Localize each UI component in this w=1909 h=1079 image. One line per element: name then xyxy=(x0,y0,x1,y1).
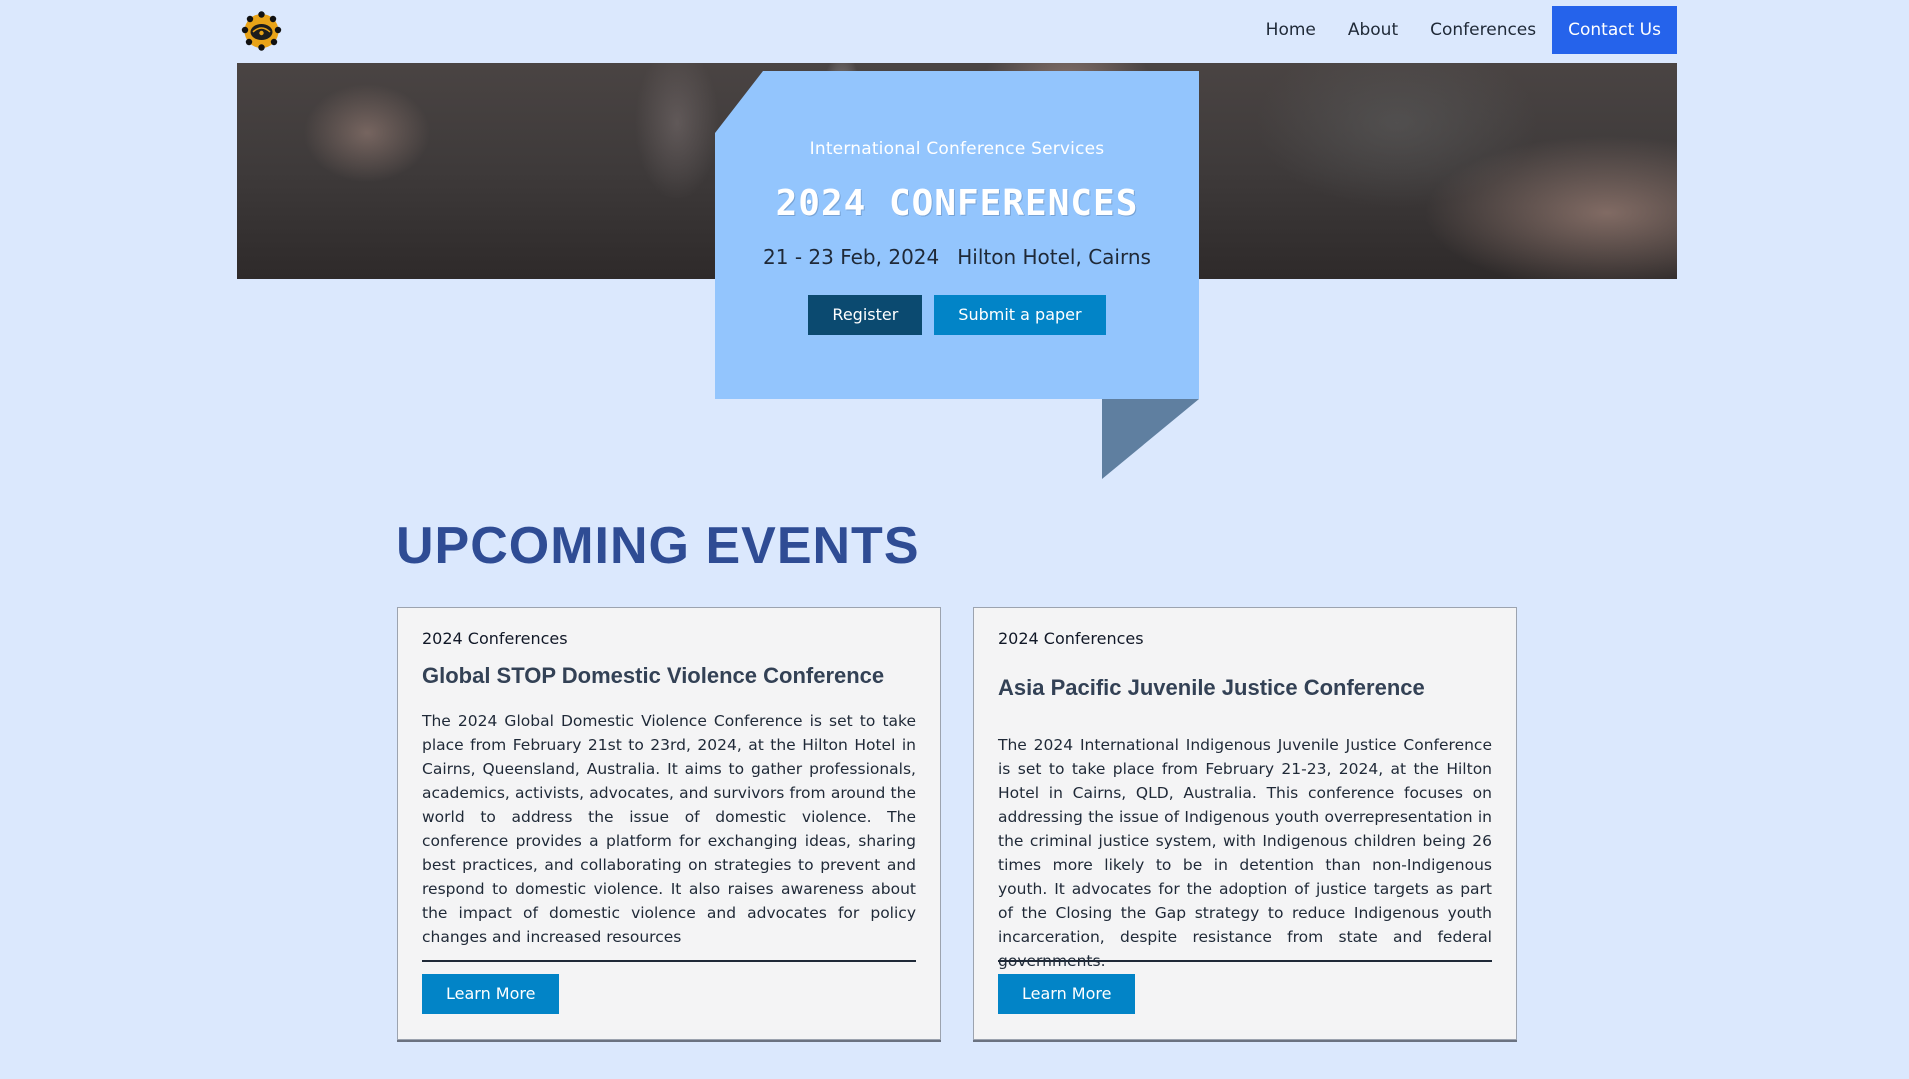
submit-paper-button[interactable]: Submit a paper xyxy=(934,295,1106,335)
contact-us-button[interactable]: Contact Us xyxy=(1552,6,1677,54)
hero-date: 21 - 23 Feb, 2024 xyxy=(763,245,940,269)
hero-meta: 21 - 23 Feb, 2024 Hilton Hotel, Cairns xyxy=(715,245,1199,269)
event-card-kicker: 2024 Conferences xyxy=(422,629,568,648)
hero-title: 2024 CONFERENCES xyxy=(775,183,1139,224)
event-card-kicker: 2024 Conferences xyxy=(998,629,1144,648)
register-button[interactable]: Register xyxy=(808,295,923,335)
nav-home-link[interactable]: Home xyxy=(1250,6,1332,54)
event-card: 2024 Conferences Global STOP Domestic Vi… xyxy=(397,607,941,1040)
event-card-description: The 2024 Global Domestic Violence Confer… xyxy=(422,712,916,946)
hero-card-fold xyxy=(1102,399,1199,479)
event-card-title: Asia Pacific Juvenile Justice Conference xyxy=(998,675,1425,700)
hero-kicker: International Conference Services xyxy=(809,139,1105,159)
event-card-divider xyxy=(422,960,916,962)
event-card: 2024 Conferences Asia Pacific Juvenile J… xyxy=(973,607,1517,1040)
nav-about-link[interactable]: About xyxy=(1332,6,1414,54)
learn-more-button[interactable]: Learn More xyxy=(422,974,560,1014)
hero-venue: Hilton Hotel, Cairns xyxy=(957,245,1151,269)
event-card-divider xyxy=(998,960,1492,962)
nav-links: Home About Conferences Contact Us xyxy=(1250,6,1677,54)
organization-logo-icon[interactable] xyxy=(237,11,286,51)
learn-more-button[interactable]: Learn More xyxy=(998,974,1136,1014)
event-card-description: The 2024 International Indigenous Juveni… xyxy=(998,736,1492,970)
hero-buttons: Register Submit a paper xyxy=(715,295,1199,335)
event-card-title: Global STOP Domestic Violence Conference xyxy=(422,663,885,688)
hero-card: International Conference Services 2024 C… xyxy=(715,71,1199,399)
nav-conferences-link[interactable]: Conferences xyxy=(1414,6,1552,54)
upcoming-events-heading: UPCOMING EVENTS xyxy=(396,517,920,575)
top-navigation: Home About Conferences Contact Us xyxy=(237,6,1677,56)
